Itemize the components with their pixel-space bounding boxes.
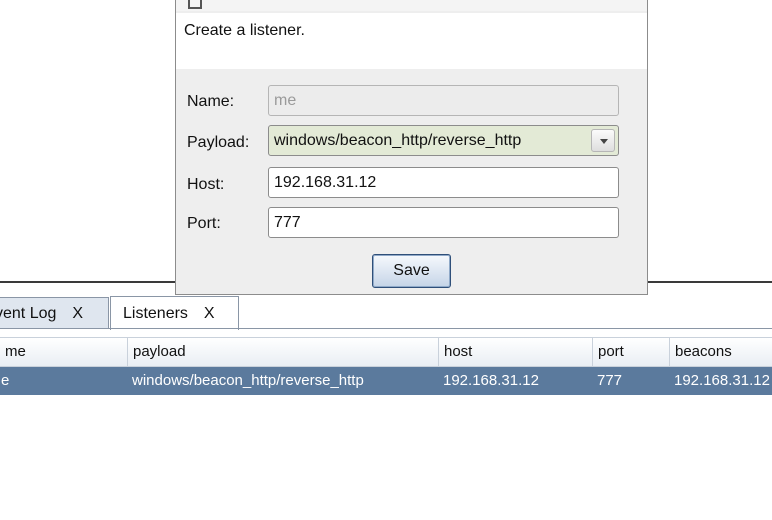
cell-beacons: 192.168.31.12: [674, 372, 770, 389]
tab-label: Listeners: [123, 304, 188, 322]
table-row[interactable]: e windows/beacon_http/reverse_http 192.1…: [0, 367, 772, 395]
save-button[interactable]: Save: [372, 254, 451, 288]
tab-event-log[interactable]: vent Log X: [0, 297, 109, 329]
host-label: Host:: [187, 176, 225, 193]
create-listener-dialog: Create a listener. Name: Payload: window…: [175, 0, 648, 295]
column-header-name[interactable]: me: [0, 338, 127, 366]
payload-select[interactable]: windows/beacon_http/reverse_http: [268, 125, 619, 156]
window-icon: [188, 0, 202, 9]
cell-payload: windows/beacon_http/reverse_http: [132, 372, 364, 389]
column-header-port[interactable]: port: [592, 338, 669, 366]
column-header-host[interactable]: host: [438, 338, 592, 366]
cell-host: 192.168.31.12: [443, 372, 539, 389]
column-header-beacons[interactable]: beacons: [669, 338, 772, 366]
host-field[interactable]: [268, 167, 619, 198]
tab-underline: [0, 328, 772, 329]
dialog-titlebar[interactable]: [176, 0, 647, 11]
name-label: Name:: [187, 93, 235, 110]
listeners-table: me payload host port beacons e windows/b…: [0, 337, 772, 395]
port-field[interactable]: [268, 207, 619, 238]
dialog-description: Create a listener.: [184, 22, 305, 39]
tab-close-icon[interactable]: X: [204, 305, 215, 323]
name-field[interactable]: [268, 85, 619, 116]
cell-port: 777: [597, 372, 623, 389]
tab-close-icon[interactable]: X: [72, 305, 83, 323]
chevron-down-icon[interactable]: [591, 129, 615, 152]
payload-selected-value: windows/beacon_http/reverse_http: [274, 132, 522, 149]
description-panel: Create a listener.: [176, 13, 647, 69]
table-header: me payload host port beacons: [0, 337, 772, 367]
payload-label: Payload:: [187, 134, 250, 151]
tab-label: vent Log: [0, 304, 57, 322]
tab-listeners[interactable]: Listeners X: [110, 296, 239, 330]
cell-name: e: [1, 372, 10, 389]
column-header-payload[interactable]: payload: [127, 338, 438, 366]
port-label: Port:: [187, 215, 221, 232]
